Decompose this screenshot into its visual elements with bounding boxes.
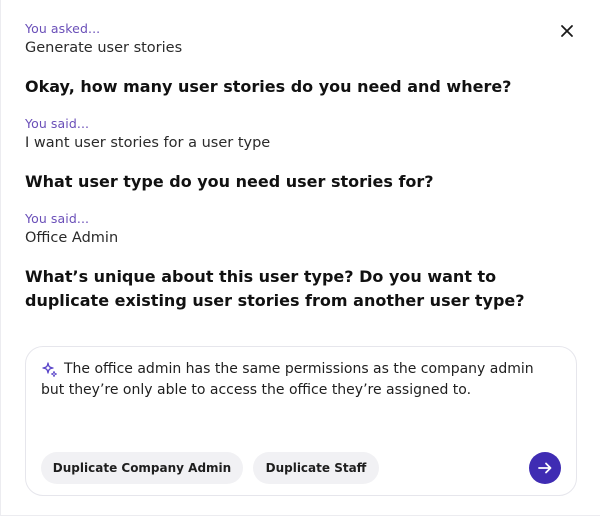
assistant-panel: You asked... Generate user stories Okay,… [0, 0, 600, 516]
close-icon [561, 25, 573, 37]
duplicate-company-admin-button[interactable]: Duplicate Company Admin [41, 452, 243, 484]
you-said-label-2: You said... [25, 211, 90, 226]
you-said-label-1: You said... [25, 116, 90, 131]
arrow-right-icon [538, 462, 552, 474]
close-button[interactable] [557, 21, 577, 41]
you-said-text-1: I want user stories for a user type [25, 135, 271, 151]
assistant-question-1: Okay, how many user stories do you need … [25, 77, 512, 96]
assistant-question-3: What’s unique about this user type? Do y… [25, 267, 525, 310]
you-asked-text: Generate user stories [25, 40, 183, 56]
you-asked-label: You asked... [25, 21, 101, 36]
composer-text[interactable]: The office admin has the same permission… [41, 359, 561, 401]
message-composer[interactable]: The office admin has the same permission… [25, 346, 577, 496]
send-button[interactable] [529, 452, 561, 484]
you-said-text-2: Office Admin [25, 230, 119, 246]
duplicate-staff-button[interactable]: Duplicate Staff [253, 452, 379, 484]
assistant-question-2: What user type do you need user stories … [25, 172, 434, 191]
